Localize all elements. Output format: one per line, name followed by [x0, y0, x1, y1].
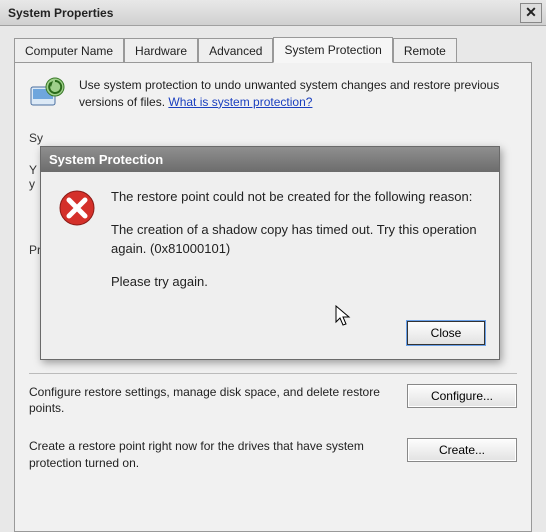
error-line-2: The creation of a shadow copy has timed …: [111, 221, 481, 259]
intro-block: Use system protection to undo unwanted s…: [29, 77, 517, 113]
error-line-1: The restore point could not be created f…: [111, 188, 481, 207]
error-dialog: System Protection The restore point coul…: [40, 146, 500, 360]
tab-computer-name[interactable]: Computer Name: [14, 38, 124, 63]
divider: [29, 373, 517, 374]
tab-remote[interactable]: Remote: [393, 38, 457, 63]
configure-button[interactable]: Configure...: [407, 384, 517, 408]
configure-text: Configure restore settings, manage disk …: [29, 384, 391, 416]
error-icon: [57, 188, 97, 228]
configure-row: Configure restore settings, manage disk …: [29, 384, 517, 416]
window-close-button[interactable]: ✕: [520, 3, 542, 23]
close-icon: ✕: [525, 4, 537, 21]
what-is-system-protection-link[interactable]: What is system protection?: [168, 95, 312, 109]
titlebar: System Properties ✕: [0, 0, 546, 26]
intro-text: Use system protection to undo unwanted s…: [79, 77, 517, 113]
system-restore-icon: [29, 77, 69, 113]
error-close-button[interactable]: Close: [407, 321, 485, 345]
obscured-section-1: Sy: [29, 131, 517, 145]
tab-advanced[interactable]: Advanced: [198, 38, 273, 63]
window-title: System Properties: [8, 6, 113, 20]
tab-bar: Computer Name Hardware Advanced System P…: [0, 26, 546, 62]
tab-hardware[interactable]: Hardware: [124, 38, 198, 63]
create-row: Create a restore point right now for the…: [29, 438, 517, 470]
error-line-3: Please try again.: [111, 273, 481, 292]
create-button[interactable]: Create...: [407, 438, 517, 462]
create-text: Create a restore point right now for the…: [29, 438, 391, 470]
tab-system-protection[interactable]: System Protection: [273, 37, 392, 63]
error-message: The restore point could not be created f…: [111, 188, 481, 305]
error-dialog-title: System Protection: [41, 147, 499, 172]
